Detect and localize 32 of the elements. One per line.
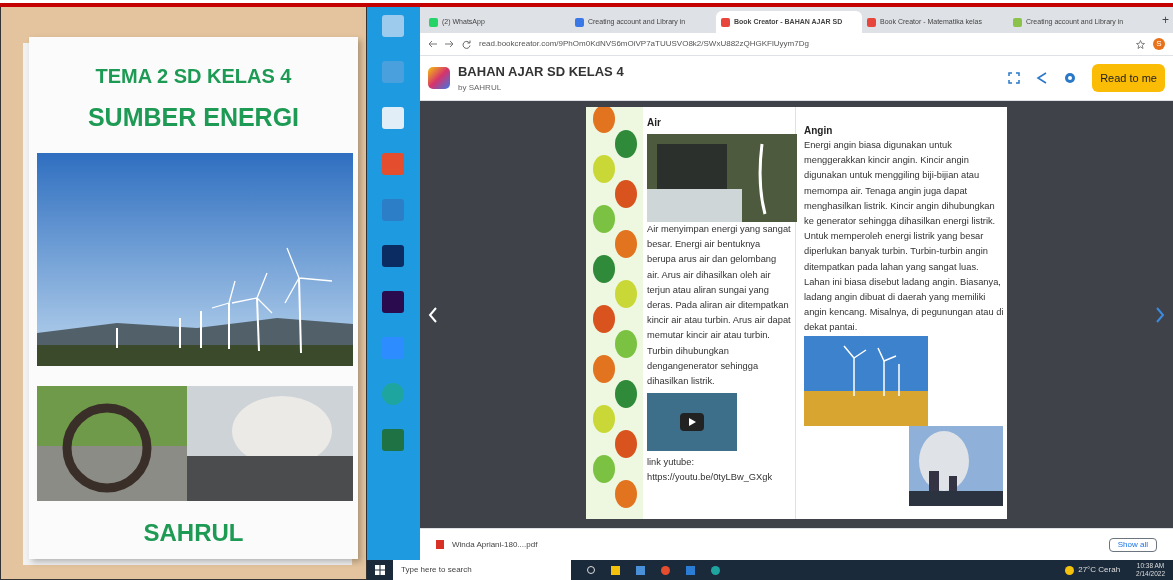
forward-icon[interactable] (445, 40, 454, 48)
video-link[interactable]: https://youtu.be/0tyLBw_GXgk (647, 470, 791, 486)
link-label: link yutube: (647, 456, 695, 470)
show-all-button[interactable]: Show all (1108, 537, 1157, 552)
pdf-file-icon (436, 540, 444, 549)
star-icon[interactable] (1136, 39, 1145, 49)
previous-page-icon[interactable] (428, 306, 437, 323)
page-heading: Air (647, 116, 662, 130)
fullscreen-icon[interactable] (1008, 72, 1021, 84)
address-field[interactable]: read.bookcreator.com/9PhOm0KdNVS6mOiVP7aTUUSVO8k2/SWxU882zQHGKFlUyym7Dg (479, 38, 1128, 50)
cover-title: SUMBER ENERGI (86, 102, 301, 133)
next-page-icon[interactable] (1156, 306, 1165, 323)
page-heading: Angin (804, 124, 834, 138)
book-creator-logo-icon (428, 67, 450, 89)
taskbar-search-field[interactable]: Type here to search (393, 560, 571, 580)
read-to-me-button[interactable]: Read to me (1092, 63, 1165, 93)
reload-icon[interactable] (462, 39, 471, 49)
new-tab-button[interactable]: + (1162, 11, 1169, 29)
download-item[interactable]: Winda Apriani-180....pdf (452, 538, 538, 551)
book-title: BAHAN AJAR SD KELAS 4 (458, 63, 625, 82)
cover-author: SAHRUL (142, 518, 245, 548)
settings-icon[interactable] (1064, 72, 1077, 84)
play-icon[interactable] (680, 413, 704, 432)
back-icon[interactable] (428, 40, 437, 48)
windows-start-icon[interactable] (375, 565, 385, 575)
book-author: by SAHRUL (458, 81, 503, 94)
share-icon[interactable] (1036, 72, 1049, 84)
page-paragraph: Energi angin biasa digunakan untuk menggerakkan kincir angin. Kincir angin digunakan untuk menggiling biji-bijian atau memompa air. Tenaga angin juga dapat menghasilkan listrik. Kincir angin dihubungkan ke generator sehingga dihasilkan energi listrik. Untuk memperoleh energi listrik yang besar diperlukan banyak turbin. Turbin-turbin angin ditempatkan pada lahan yang sangat luas. Lahan ini biasa disebut ladang angin. Biasanya, ladang angin dibuat di daerah yang memiliki angin kencang. Misalnya, di pegunungan atau di dekat pantai. (804, 139, 1005, 335)
weather-text[interactable]: 27°C Cerah (1078, 564, 1121, 576)
cover-theme: TEMA 2 SD KELAS 4 (94, 64, 293, 89)
video-thumbnail[interactable] (647, 393, 737, 452)
page-paragraph: Air menyimpan energi yang sangat besar. Energi air bentuknya berupa arus air dan gelombang air. Arus air dihasilkan oleh air terjun atau aliran sungai yang deras. Pada aliran air ditempatkan kincir air atau turbin. Arus air dapat memutar kincir air atau turbin. Turbin dihubungkan dengangenerator sehingga dihasilkan listrik. (647, 223, 791, 389)
